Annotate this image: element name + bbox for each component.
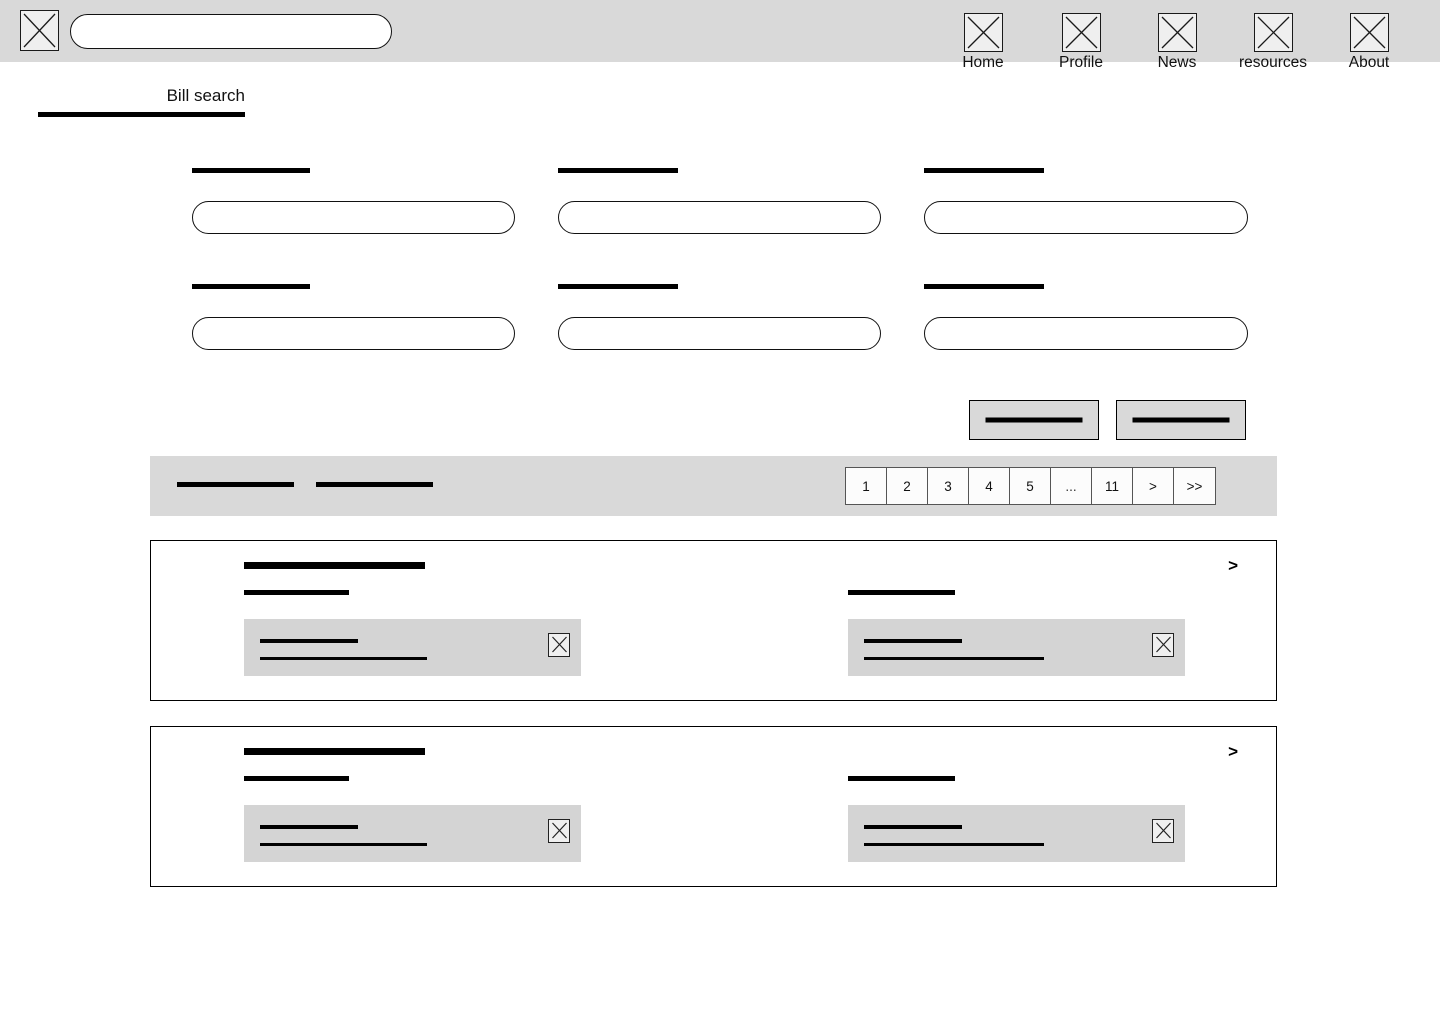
panel-detail-placeholder [260,657,427,660]
about-x-box-icon [1349,13,1389,52]
card-expand-chevron-icon[interactable]: > [1228,557,1238,575]
nav-item-profile[interactable]: Profile [1039,13,1123,72]
pagination-next-button[interactable]: > [1133,468,1174,504]
results-count-placeholder [177,482,294,487]
global-search-input[interactable] [70,14,392,49]
card-subtitle-placeholder [244,590,349,595]
field-label-placeholder-2 [558,168,678,173]
field-label-placeholder-3 [924,168,1044,173]
results-sort-placeholder [316,482,433,487]
pagination-last-page[interactable]: 11 [1092,468,1133,504]
panel-close-x-button[interactable] [548,633,570,657]
search-field-input-6[interactable] [924,317,1248,350]
panel-heading-placeholder [864,825,962,829]
search-field-input-1[interactable] [192,201,515,234]
pagination-page-3[interactable]: 3 [928,468,969,504]
x-icon [1155,636,1171,653]
nav-label-profile: Profile [1059,54,1103,71]
page-tab-strip: Bill search [38,84,245,117]
secondary-action-button[interactable] [1116,400,1246,440]
tab-bill-search[interactable]: Bill search [167,84,245,108]
news-x-box-icon [1157,13,1197,52]
card-info-panel-right [848,805,1185,862]
card-info-panel-left [244,619,581,676]
bill-search-form [192,168,1248,358]
primary-action-button[interactable] [969,400,1099,440]
card-title-placeholder [244,562,425,569]
nav-label-home: Home [962,54,1004,71]
pagination-jump-last-button[interactable]: >> [1174,468,1215,504]
nav-label-news: News [1157,54,1197,71]
form-action-buttons [969,400,1249,440]
search-field-input-5[interactable] [558,317,881,350]
nav-item-about[interactable]: About [1327,13,1411,72]
search-field-group-4 [192,284,515,350]
x-icon [1353,16,1385,49]
result-card[interactable]: > [150,540,1277,701]
primary-navigation: Home Profile News resources About [940,0,1400,71]
search-field-group-2 [558,168,881,234]
panel-detail-placeholder [260,843,427,846]
resources-x-box-icon [1253,13,1293,52]
x-icon [1065,16,1097,49]
card-right-label-placeholder [848,776,955,781]
x-icon [1155,822,1171,839]
tab-active-underline [38,112,245,117]
pagination-ellipsis: ... [1051,468,1092,504]
x-icon [1257,16,1289,49]
panel-detail-placeholder [864,843,1044,846]
home-x-box-icon [963,13,1003,52]
nav-item-resources[interactable]: resources [1231,13,1315,72]
x-icon [551,636,567,653]
card-info-panel-left [244,805,581,862]
button-label-placeholder-2 [1132,417,1230,423]
field-label-placeholder-5 [558,284,678,289]
nav-item-home[interactable]: Home [941,13,1025,72]
panel-detail-placeholder [864,657,1044,660]
card-expand-chevron-icon[interactable]: > [1228,743,1238,761]
logo-x-box-icon[interactable] [20,10,59,51]
search-field-group-1 [192,168,515,234]
panel-close-x-button[interactable] [1152,633,1174,657]
search-field-group-5 [558,284,881,350]
pagination-page-5[interactable]: 5 [1010,468,1051,504]
search-field-input-4[interactable] [192,317,515,350]
field-label-placeholder-1 [192,168,310,173]
field-label-placeholder-6 [924,284,1044,289]
x-icon [23,13,56,48]
panel-heading-placeholder [260,639,358,643]
results-summary-bar: 1 2 3 4 5 ... 11 > >> [150,456,1277,516]
pagination-page-1[interactable]: 1 [846,468,887,504]
card-subtitle-placeholder [244,776,349,781]
search-field-input-2[interactable] [558,201,881,234]
nav-label-resources: resources [1238,54,1308,71]
search-field-group-3 [924,168,1248,234]
search-field-group-6 [924,284,1248,350]
nav-item-news[interactable]: News [1135,13,1219,72]
pagination-page-2[interactable]: 2 [887,468,928,504]
search-field-input-3[interactable] [924,201,1248,234]
panel-close-x-button[interactable] [1152,819,1174,843]
pagination: 1 2 3 4 5 ... 11 > >> [845,467,1216,505]
panel-heading-placeholder [864,639,962,643]
button-label-placeholder-1 [985,417,1083,423]
card-title-placeholder [244,748,425,755]
result-card[interactable]: > [150,726,1277,887]
card-right-label-placeholder [848,590,955,595]
panel-close-x-button[interactable] [548,819,570,843]
pagination-page-4[interactable]: 4 [969,468,1010,504]
profile-x-box-icon [1061,13,1101,52]
panel-heading-placeholder [260,825,358,829]
card-info-panel-right [848,619,1185,676]
field-label-placeholder-4 [192,284,310,289]
x-icon [967,16,999,49]
nav-label-about: About [1348,54,1390,71]
x-icon [1161,16,1193,49]
top-header-bar: Home Profile News resources About [0,0,1440,71]
x-icon [551,822,567,839]
